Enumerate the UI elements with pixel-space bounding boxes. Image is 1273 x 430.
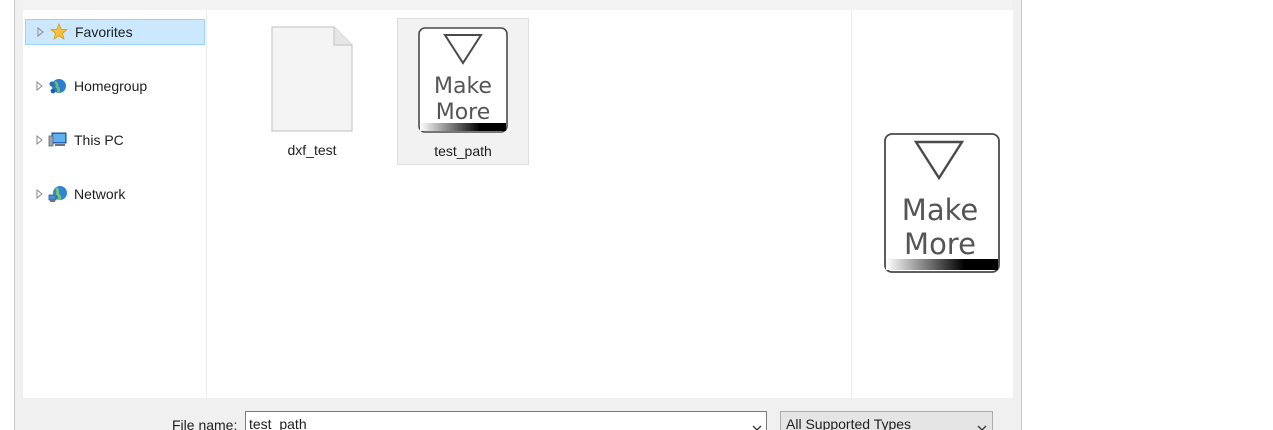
chevron-down-icon[interactable] bbox=[752, 419, 762, 430]
star-icon bbox=[49, 22, 69, 42]
network-icon bbox=[48, 184, 68, 204]
expand-arrow-icon[interactable] bbox=[34, 188, 46, 200]
nav-item-label: This PC bbox=[74, 132, 124, 148]
file-type-select[interactable]: All Supported Types bbox=[780, 411, 993, 430]
file-item-dxf-test[interactable]: dxf_test bbox=[247, 18, 377, 163]
file-name-input[interactable]: test_path bbox=[245, 411, 767, 430]
file-dialog: Favorites Homegroup This PC Network dxf_… bbox=[14, 0, 1022, 430]
make-more-thumbnail: Make More bbox=[418, 27, 508, 133]
blank-file-icon bbox=[267, 26, 357, 132]
computer-icon bbox=[48, 130, 68, 150]
file-item-test-path[interactable]: Make More test_path bbox=[397, 18, 529, 165]
expand-arrow-icon[interactable] bbox=[35, 26, 47, 38]
nav-item-label: Network bbox=[74, 186, 126, 202]
nav-item-homegroup[interactable]: Homegroup bbox=[25, 74, 203, 98]
nav-item-label: Homegroup bbox=[74, 78, 148, 94]
navigation-pane: Favorites Homegroup This PC Network bbox=[23, 10, 207, 398]
bottom-bar: File name: test_path All Supported Types bbox=[23, 398, 1012, 430]
expand-arrow-icon[interactable] bbox=[34, 134, 46, 146]
nav-item-network[interactable]: Network bbox=[25, 182, 203, 206]
expand-arrow-icon[interactable] bbox=[34, 80, 46, 92]
file-name: dxf_test bbox=[287, 142, 337, 158]
file-name-value: test_path bbox=[249, 416, 307, 430]
nav-item-label: Favorites bbox=[75, 24, 133, 40]
file-name-label: File name: bbox=[172, 417, 238, 430]
file-name: test_path bbox=[434, 143, 492, 159]
preview-pane: Make More bbox=[851, 10, 1013, 398]
preview-line1: Make bbox=[902, 193, 978, 227]
thumbnail-line2: More bbox=[436, 100, 491, 125]
preview-line2: More bbox=[904, 227, 976, 261]
preview-image: Make More bbox=[883, 132, 1001, 277]
file-list: dxf_test Make More test_path bbox=[207, 10, 851, 398]
file-type-value: All Supported Types bbox=[786, 416, 912, 430]
nav-item-favorites[interactable]: Favorites bbox=[25, 19, 205, 45]
chevron-down-icon[interactable] bbox=[977, 419, 987, 430]
nav-item-this-pc[interactable]: This PC bbox=[25, 128, 203, 152]
thumbnail-line1: Make bbox=[434, 74, 492, 99]
dialog-content: Favorites Homegroup This PC Network dxf_… bbox=[23, 10, 1013, 398]
homegroup-icon bbox=[48, 76, 68, 96]
